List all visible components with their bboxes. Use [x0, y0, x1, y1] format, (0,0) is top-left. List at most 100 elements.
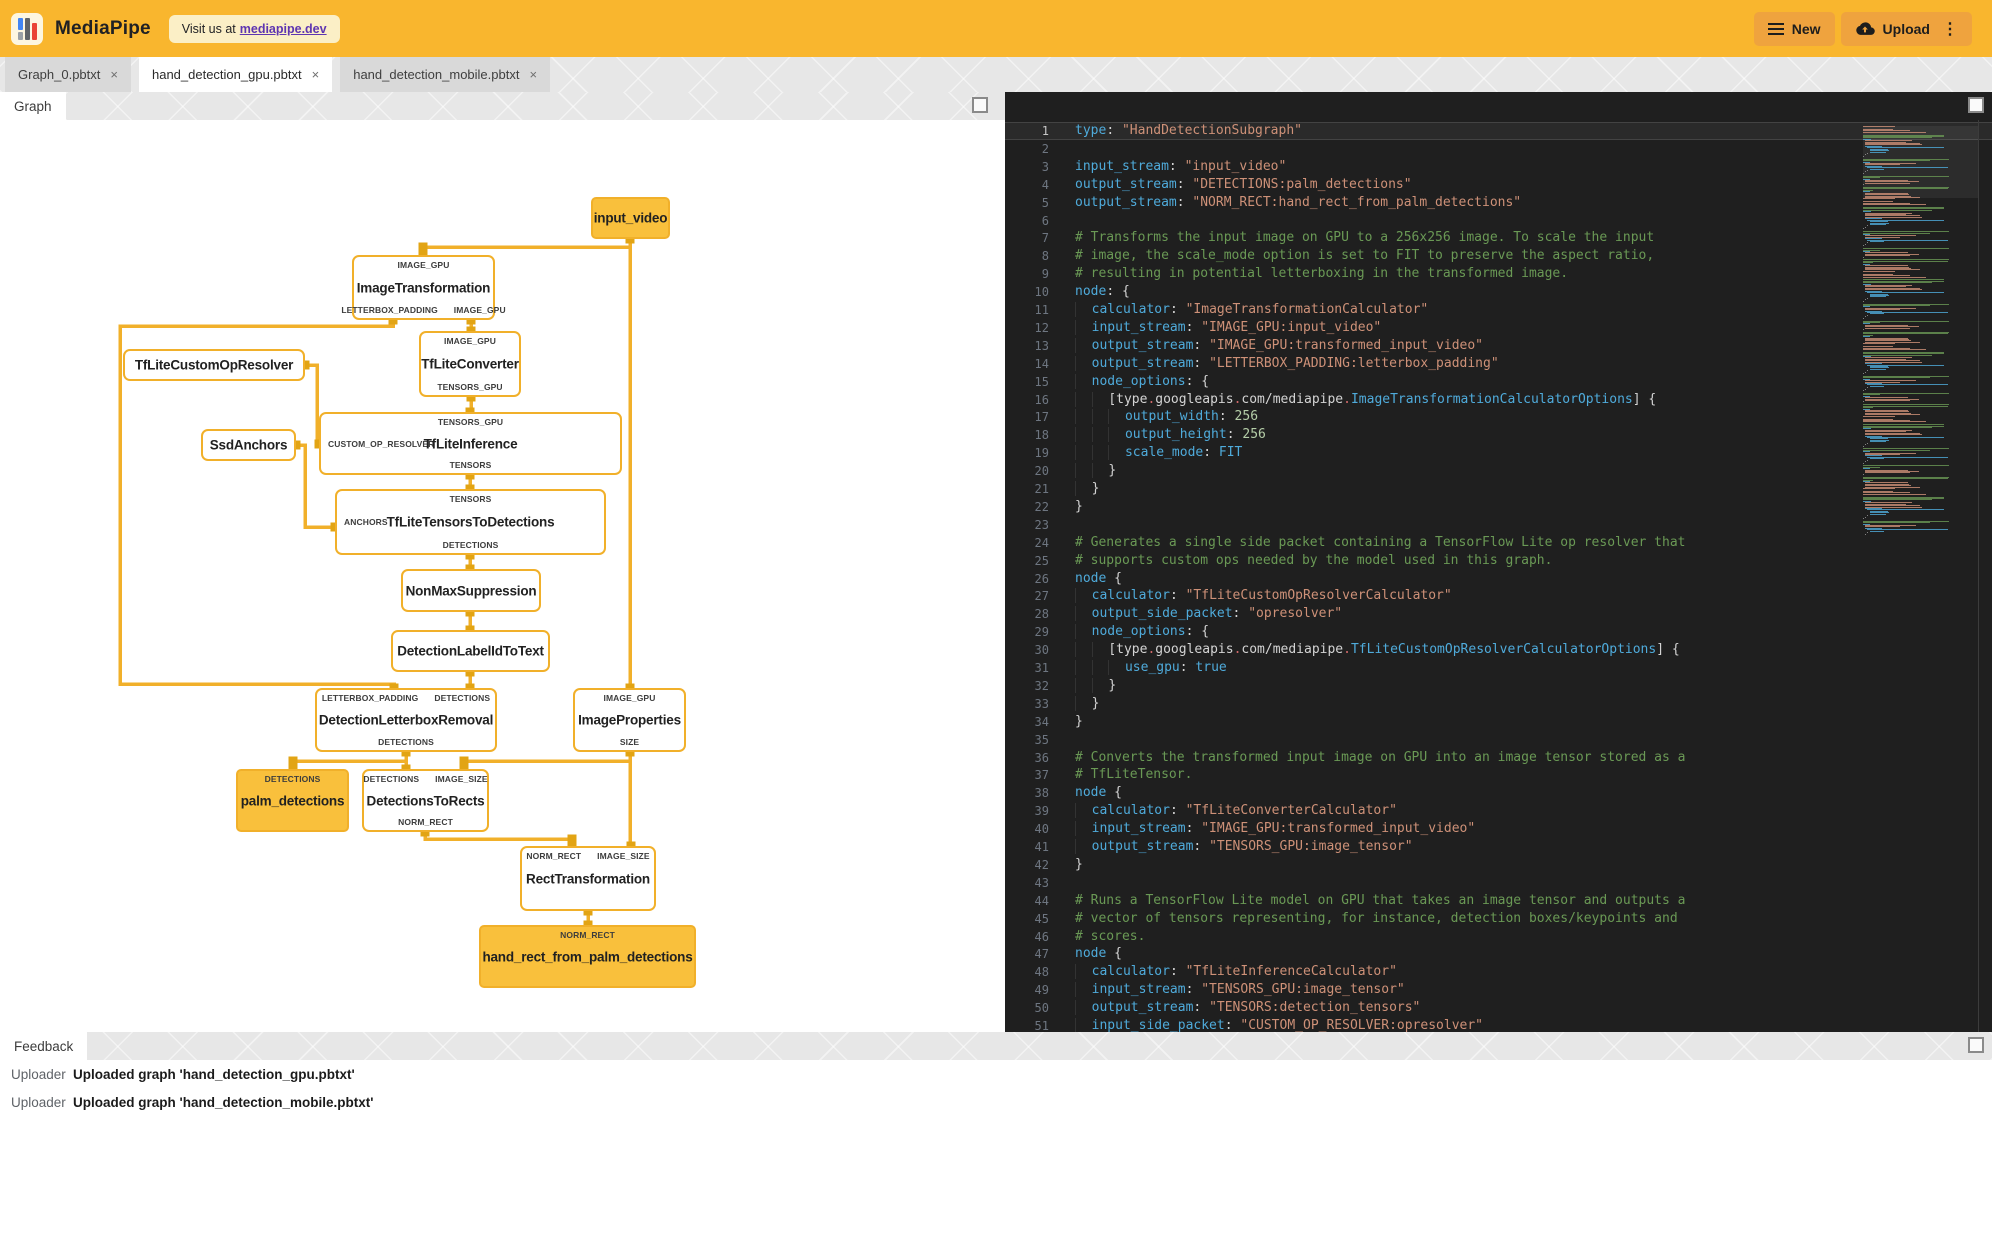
node-label: DetectionLetterboxRemoval: [318, 712, 494, 728]
code-line[interactable]: 49 input_stream: "TENSORS_GPU:image_tens…: [1005, 981, 1992, 999]
editor-scrollbar[interactable]: [1978, 120, 1992, 1032]
list-icon: [1767, 22, 1784, 35]
line-number: 32: [1034, 678, 1049, 693]
code-line[interactable]: 34}: [1005, 713, 1992, 731]
code-line[interactable]: 22}: [1005, 498, 1992, 516]
code-line[interactable]: 31 use_gpu: true: [1005, 659, 1992, 677]
code-line[interactable]: 15 node_options: {: [1005, 373, 1992, 391]
graph-node-TfLiteInference[interactable]: TENSORS_GPU TENSORS CUSTOM_OP_RESOLVER TfLi…: [319, 412, 622, 475]
code-line[interactable]: 10 node: {: [1005, 283, 1992, 301]
code-line[interactable]: 30 [type.googleapis.com/mediapipe.TfLite…: [1005, 641, 1992, 659]
code-line[interactable]: 29 node_options: {: [1005, 623, 1992, 641]
graph-node-NonMaxSuppression[interactable]: NonMaxSuppression: [401, 569, 541, 612]
code-line[interactable]: 48 calculator: "TfLiteInferenceCalculato…: [1005, 963, 1992, 981]
graph-node-ImageTransformation[interactable]: IMAGE_GPU LETTERBOX_PADDING IMAGE_GPU Image…: [341, 255, 506, 320]
code-line[interactable]: 41 output_stream: "TENSORS_GPU:image_ten…: [1005, 838, 1992, 856]
tab-graph[interactable]: Graph: [0, 92, 66, 120]
code-line[interactable]: 12 input_stream: "IMAGE_GPU:input_video": [1005, 319, 1992, 337]
file-tab[interactable]: hand_detection_mobile.pbtxt ×: [340, 57, 551, 92]
code-text: node {: [1075, 946, 1122, 962]
code-text: output_width: 256: [1075, 408, 1258, 426]
code-line[interactable]: 19 scale_mode: FIT: [1005, 444, 1992, 462]
graph-node-TfLiteCustomOpResolver[interactable]: TfLiteCustomOpResolver: [123, 349, 305, 381]
graph-node-SsdAnchors[interactable]: SsdAnchors: [201, 429, 296, 461]
app-title: MediaPipe: [55, 17, 151, 39]
code-line[interactable]: 50 output_stream: "TENSORS:detection_ten…: [1005, 999, 1992, 1017]
code-line[interactable]: 3 input_stream: "input_video": [1005, 158, 1992, 176]
code-line[interactable]: 37 # TfLiteTensor.: [1005, 766, 1992, 784]
code-line[interactable]: 11 calculator: "ImageTransformationCalcu…: [1005, 301, 1992, 319]
expand-editor-panel-icon[interactable]: [1968, 97, 1984, 113]
code-line[interactable]: 7 # Transforms the input image on GPU to …: [1005, 229, 1992, 247]
code-line[interactable]: 26 node {: [1005, 570, 1992, 588]
code-line[interactable]: 39 calculator: "TfLiteConverterCalculato…: [1005, 802, 1992, 820]
code-line[interactable]: 8 # image, the scale_mode option is set t…: [1005, 247, 1992, 265]
code-line[interactable]: 5 output_stream: "NORM_RECT:hand_rect_fro…: [1005, 194, 1992, 212]
graph-node-DetectionLetterboxRemoval[interactable]: LETTERBOX_PADDING DETECTIONS DETECTIONS Det…: [315, 688, 497, 752]
code-line[interactable]: 32 }: [1005, 677, 1992, 695]
graph-node-ImageProperties[interactable]: IMAGE_GPU SIZE ImageProperties: [573, 688, 686, 752]
feedback-entry: Uploader Uploaded graph 'hand_detection_m…: [0, 1088, 1992, 1116]
code-line[interactable]: 13 output_stream: "IMAGE_GPU:transformed…: [1005, 337, 1992, 355]
code-line[interactable]: 23: [1005, 516, 1992, 534]
minimap[interactable]: [1863, 126, 1979, 546]
code-line[interactable]: 9 # resulting in potential letterboxing i…: [1005, 265, 1992, 283]
code-text: type: "HandDetectionSubgraph": [1075, 123, 1302, 138]
close-tab-icon[interactable]: ×: [529, 67, 537, 82]
code-line[interactable]: 45 # vector of tensors representing, for …: [1005, 910, 1992, 928]
code-line[interactable]: 47 node {: [1005, 945, 1992, 963]
line-number: 20: [1034, 464, 1049, 479]
graph-node-DetectionLabelIdToText[interactable]: DetectionLabelIdToText: [391, 630, 550, 672]
upload-button[interactable]: Upload ⋮: [1840, 11, 1972, 46]
mediapipe-dev-link[interactable]: mediapipe.dev: [240, 22, 327, 36]
code-line[interactable]: 6: [1005, 212, 1992, 230]
tab-feedback[interactable]: Feedback: [0, 1032, 88, 1060]
code-line[interactable]: 33 }: [1005, 695, 1992, 713]
code-line[interactable]: 24 # Generates a single side packet conta…: [1005, 534, 1992, 552]
mediapipe-logo-icon[interactable]: [11, 12, 43, 45]
graph-node-RectTransformation[interactable]: NORM_RECT IMAGE_SIZE RectTransformation: [520, 846, 656, 911]
graph-node-TfLiteConverter[interactable]: IMAGE_GPU TENSORS_GPU TfLiteConverter: [419, 331, 521, 397]
new-button[interactable]: New: [1753, 11, 1835, 46]
code-text: # image, the scale_mode option is set to…: [1075, 248, 1655, 264]
graph-node-TfLiteTensorsToDetections[interactable]: TENSORS DETECTIONS ANCHORS TfLiteTensorsToD…: [335, 489, 606, 555]
close-tab-icon[interactable]: ×: [110, 67, 118, 82]
code-line[interactable]: 51 input_side_packet: "CUSTOM_OP_RESOLVE…: [1005, 1017, 1992, 1032]
code-line[interactable]: 1 type: "HandDetectionSubgraph": [1005, 122, 1992, 140]
code-line[interactable]: 36 # Converts the transformed input image…: [1005, 749, 1992, 767]
code-line[interactable]: 35: [1005, 731, 1992, 749]
code-line[interactable]: 28 output_side_packet: "opresolver": [1005, 605, 1992, 623]
code-line[interactable]: 38 node {: [1005, 784, 1992, 802]
line-number: 1: [1041, 124, 1049, 138]
line-number: 40: [1034, 822, 1049, 837]
expand-feedback-panel-icon[interactable]: [1968, 1037, 1984, 1053]
code-line[interactable]: 21 }: [1005, 480, 1992, 498]
code-editor[interactable]: 1 type: "HandDetectionSubgraph" 2 3 input_st…: [1005, 120, 1992, 1032]
code-line[interactable]: 2: [1005, 140, 1992, 158]
code-line[interactable]: 27 calculator: "TfLiteCustomOpResolverCa…: [1005, 587, 1992, 605]
graph-canvas[interactable]: input_video IMAGE_GPU LETTERBOX_PADDING IMA…: [0, 120, 995, 1032]
graph-node-hand_rect_from_palm_detections[interactable]: NORM_RECT hand_rect_from_palm_detections: [479, 925, 696, 988]
code-line[interactable]: 14 output_stream: "LETTERBOX_PADDING:let…: [1005, 355, 1992, 373]
graph-node-DetectionsToRects[interactable]: DETECTIONS IMAGE_SIZE NORM_RECT DetectionsT…: [362, 769, 489, 832]
feedback-source: Uploader: [11, 1066, 66, 1082]
code-line[interactable]: 4 output_stream: "DETECTIONS:palm_detecti…: [1005, 176, 1992, 194]
code-line[interactable]: 18 output_height: 256: [1005, 426, 1992, 444]
close-tab-icon[interactable]: ×: [312, 67, 320, 82]
code-line[interactable]: 42}: [1005, 856, 1992, 874]
code-line[interactable]: 25 # supports custom ops needed by the mo…: [1005, 552, 1992, 570]
code-line[interactable]: 43: [1005, 874, 1992, 892]
expand-graph-panel-icon[interactable]: [972, 97, 988, 113]
file-tab[interactable]: Graph_0.pbtxt ×: [5, 57, 131, 92]
code-line[interactable]: 17 output_width: 256: [1005, 408, 1992, 426]
code-line[interactable]: 20 }: [1005, 462, 1992, 480]
line-number: 15: [1034, 374, 1049, 389]
graph-node-palm_detections[interactable]: DETECTIONS palm_detections: [236, 769, 349, 832]
code-line[interactable]: 40 input_stream: "IMAGE_GPU:transformed_…: [1005, 820, 1992, 838]
file-tab[interactable]: hand_detection_gpu.pbtxt ×: [138, 57, 333, 92]
graph-node-input_video[interactable]: input_video: [591, 197, 670, 239]
code-line[interactable]: 16 [type.googleapis.com/mediapipe.ImageT…: [1005, 391, 1992, 409]
code-line[interactable]: 46 # scores.: [1005, 928, 1992, 946]
code-line[interactable]: 44 # Runs a TensorFlow Lite model on GPU …: [1005, 892, 1992, 910]
kebab-menu-icon[interactable]: ⋮: [1942, 19, 1958, 39]
